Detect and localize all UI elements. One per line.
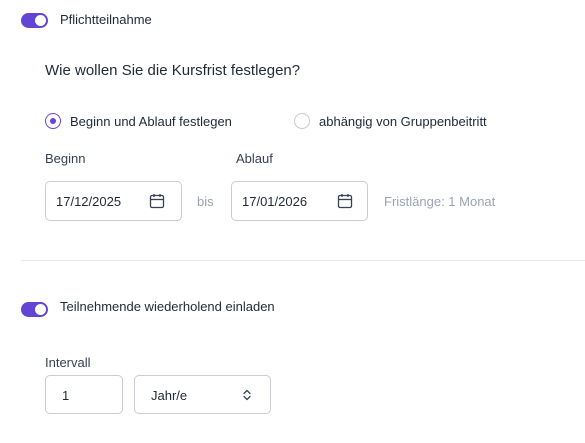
radio-group-join-label[interactable]: abhängig von Gruppenbeitritt (319, 114, 487, 129)
interval-unit-select[interactable]: Jahr/e (134, 375, 271, 414)
deadline-question: Wie wollen Sie die Kursfrist festlegen? (45, 62, 301, 79)
deadline-duration: Fristlänge: 1 Monat (384, 194, 496, 209)
toggle-knob (35, 304, 46, 315)
start-date-value: 17/12/2025 (56, 194, 122, 209)
mandatory-participation-toggle[interactable] (21, 13, 48, 28)
recurring-invite-toggle[interactable] (21, 302, 48, 317)
mandatory-participation-label: Pflichtteilnahme (60, 12, 152, 27)
chevron-up-down-icon (243, 389, 251, 401)
radio-start-end-label[interactable]: Beginn und Ablauf festlegen (70, 114, 232, 129)
interval-unit-value: Jahr/e (151, 388, 188, 403)
end-date-input[interactable]: 17/01/2026 (231, 181, 368, 221)
radio-group-join[interactable] (294, 113, 310, 129)
calendar-icon[interactable] (149, 193, 165, 209)
toggle-knob (35, 15, 46, 26)
radio-selected-dot (49, 117, 56, 124)
calendar-icon[interactable] (337, 193, 353, 209)
section-divider (21, 260, 585, 261)
end-date-value: 17/01/2026 (242, 194, 308, 209)
radio-start-end[interactable] (45, 113, 61, 129)
start-date-input[interactable]: 17/12/2025 (45, 181, 182, 221)
interval-number-input[interactable]: 1 (45, 375, 123, 414)
date-range-separator: bis (197, 194, 214, 209)
recurring-invite-label: Teilnehmende wiederholend einladen (60, 299, 275, 314)
interval-number-value: 1 (62, 388, 70, 403)
start-date-label: Beginn (45, 151, 86, 166)
end-date-label: Ablauf (236, 151, 273, 166)
interval-label: Intervall (45, 355, 91, 370)
